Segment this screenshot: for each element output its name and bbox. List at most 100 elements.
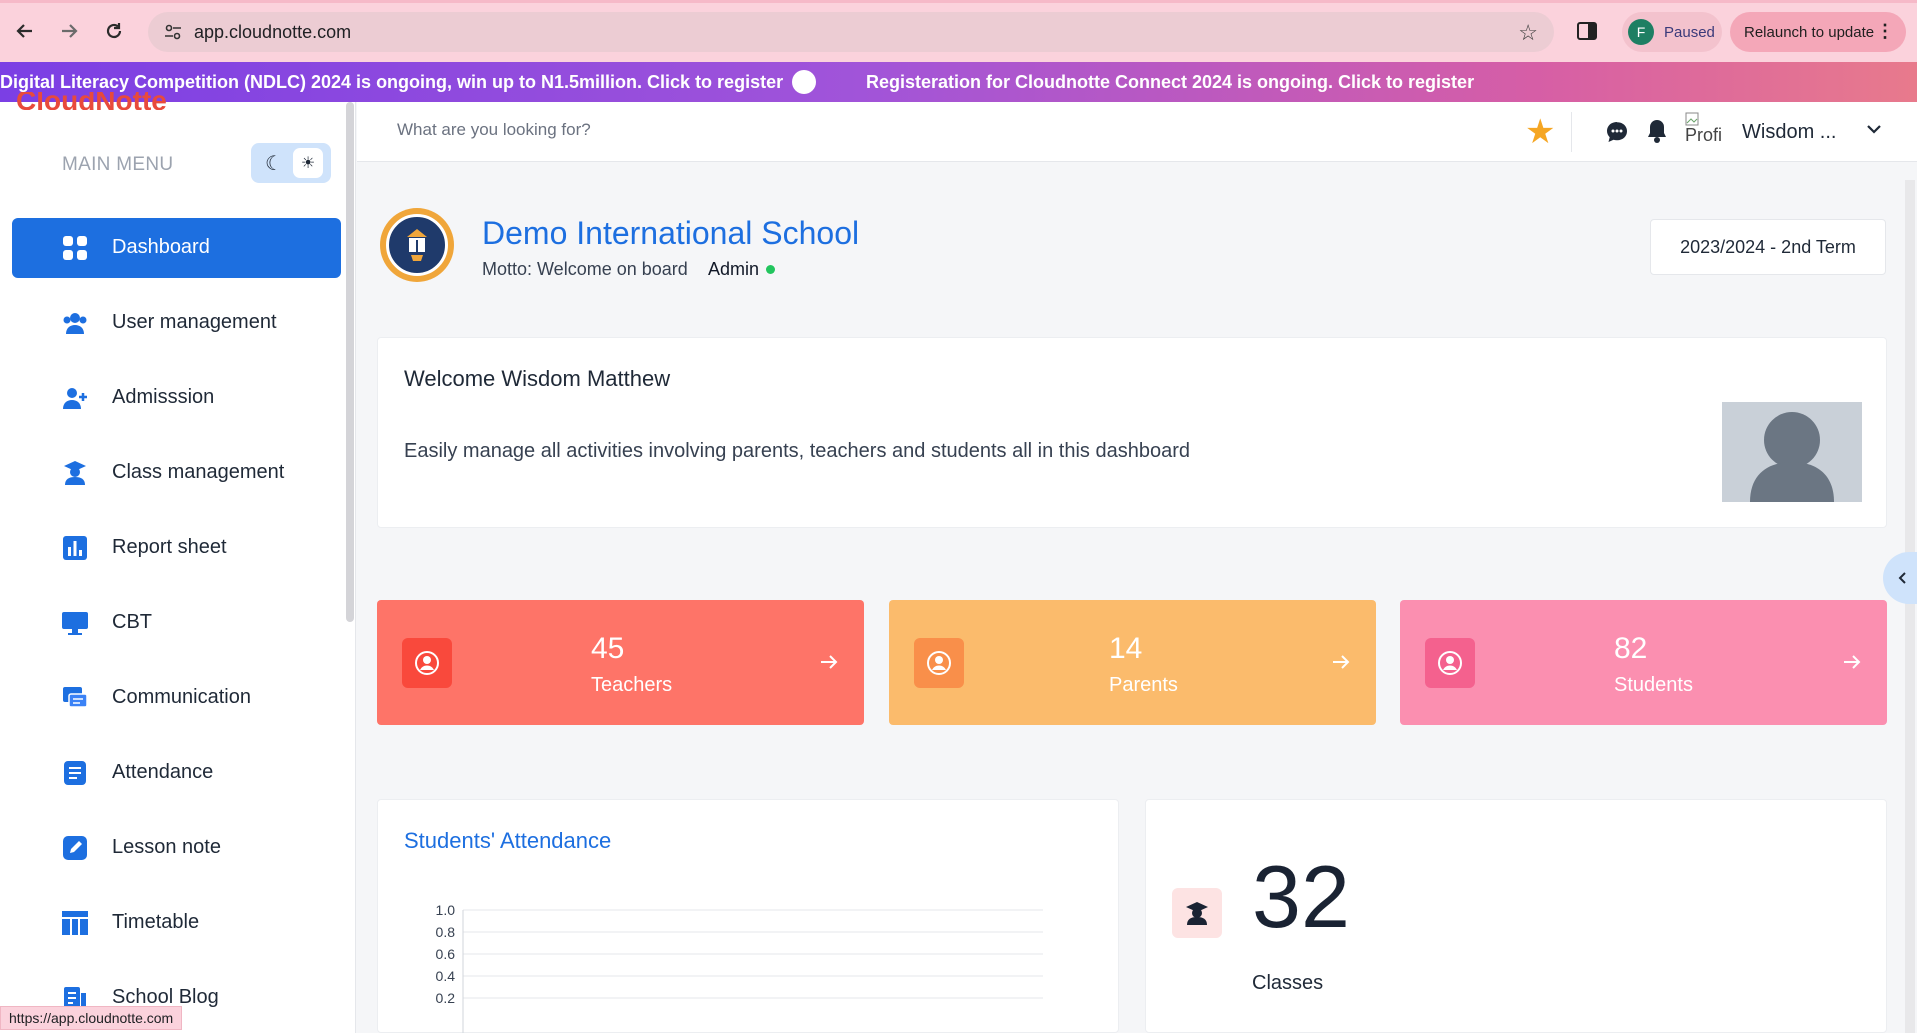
school-name: Demo International School [482, 215, 860, 251]
y-tick-label: 0.8 [436, 924, 456, 940]
link-status-bubble: https://app.cloudnotte.com [0, 1006, 183, 1030]
teachers-label: Teachers [591, 674, 673, 696]
page-scrollbar[interactable] [1905, 180, 1915, 1033]
graduate-icon [61, 459, 89, 487]
bookmark-star-icon[interactable]: ☆ [1518, 20, 1538, 46]
monitor-icon [61, 609, 89, 637]
search-input[interactable]: What are you looking for? [397, 120, 591, 140]
back-icon[interactable] [10, 16, 40, 46]
school-logo [380, 208, 454, 282]
user-circle-icon [1425, 638, 1475, 688]
sidebar-item-cbt[interactable]: CBT [12, 593, 341, 653]
profile-image-alt: Profi [1685, 125, 1723, 145]
list-icon [61, 759, 89, 787]
edit-icon [61, 834, 89, 862]
chat-icon[interactable] [1605, 120, 1629, 144]
user-role: Admin [708, 259, 760, 279]
y-tick-label: 0.6 [436, 946, 456, 962]
school-motto: Motto: Welcome on board [482, 259, 688, 279]
browser-toolbar: app.cloudnotte.com ☆ F Paused Relaunch t… [0, 0, 1917, 62]
sidebar-item-user-management[interactable]: User management [12, 293, 341, 353]
attendance-card: Students' Attendance 1.0 0.8 0.6 0.4 0.2 [377, 799, 1119, 1033]
relaunch-label: Relaunch to update [1744, 23, 1875, 41]
bar-chart-icon [61, 534, 89, 562]
welcome-title: Welcome Wisdom Matthew [404, 366, 671, 391]
parents-count: 14 [1109, 632, 1143, 665]
sidebar-item-dashboard[interactable]: Dashboard [12, 218, 341, 278]
star-icon[interactable]: ★ [1525, 112, 1555, 152]
side-panel-icon[interactable] [1576, 20, 1598, 42]
topbar: What are you looking for? ★ Profi Wisdom… [357, 102, 1917, 162]
announcement-banner[interactable]: Digital Literacy Competition (NDLC) 2024… [0, 62, 1917, 102]
banner-message-ndlc[interactable]: Digital Literacy Competition (NDLC) 2024… [0, 72, 783, 93]
sidebar-item-label: Report sheet [112, 536, 227, 558]
stat-card-teachers[interactable]: 45 Teachers [377, 600, 864, 725]
graduate-icon [1172, 888, 1222, 938]
profile-status: Paused [1664, 23, 1715, 41]
collapse-panel-button[interactable] [1883, 552, 1917, 604]
sidebar-item-label: Dashboard [112, 236, 210, 258]
arrow-right-icon[interactable] [817, 650, 841, 674]
sidebar-item-communication[interactable]: Communication [12, 668, 341, 728]
sidebar-item-report-sheet[interactable]: Report sheet [12, 518, 341, 578]
moon-icon[interactable]: ☾ [265, 151, 283, 176]
y-tick-label: 0.4 [436, 968, 456, 984]
classes-label: Classes [1252, 972, 1324, 994]
url-text[interactable]: app.cloudnotte.com [194, 22, 351, 43]
students-count: 82 [1614, 632, 1648, 665]
bell-icon[interactable] [1645, 118, 1669, 144]
user-name[interactable]: Wisdom ... [1742, 121, 1836, 144]
chevron-left-icon [1898, 572, 1906, 584]
attendance-title: Students' Attendance [404, 828, 612, 853]
arrow-right-icon[interactable] [1329, 650, 1353, 674]
users-icon [61, 309, 89, 337]
user-circle-icon [914, 638, 964, 688]
cloudnotte-logo[interactable]: CloudNotte [16, 92, 167, 110]
chevron-down-icon[interactable] [1863, 118, 1885, 140]
banner-separator-dot [792, 70, 816, 94]
sidebar-item-label: CBT [112, 611, 152, 633]
messages-icon [61, 684, 89, 712]
parents-label: Parents [1109, 674, 1178, 696]
user-plus-icon [61, 384, 89, 412]
attendance-chart: 1.0 0.8 0.6 0.4 0.2 [436, 902, 1043, 1033]
address-bar[interactable]: app.cloudnotte.com ☆ [148, 12, 1554, 52]
relaunch-button[interactable]: Relaunch to update ⋮ [1730, 12, 1906, 52]
y-tick-label: 1.0 [436, 902, 456, 918]
sidebar-item-label: Attendance [112, 761, 214, 783]
arrow-right-icon[interactable] [1840, 650, 1864, 674]
stat-card-parents[interactable]: 14 Parents [889, 600, 1376, 725]
sidebar-scrollbar[interactable] [346, 102, 354, 622]
term-selector[interactable]: 2023/2024 - 2nd Term [1650, 219, 1886, 275]
banner-message-connect[interactable]: Registeration for Cloudnotte Connect 202… [866, 72, 1474, 93]
welcome-text: Easily manage all activities involving p… [404, 440, 1190, 462]
tab-strip-edge [0, 0, 1917, 3]
students-label: Students [1614, 674, 1693, 696]
profile-avatar: F [1628, 19, 1654, 45]
reload-icon[interactable] [99, 16, 129, 46]
teachers-count: 45 [591, 632, 625, 665]
classes-count: 32 [1252, 847, 1350, 946]
sidebar-item-attendance[interactable]: Attendance [12, 743, 341, 803]
forward-icon[interactable] [54, 16, 84, 46]
sun-icon[interactable]: ☀ [293, 148, 323, 178]
classes-card[interactable]: 32 Classes [1145, 799, 1887, 1033]
sidebar-item-lesson-note[interactable]: Lesson note [12, 818, 341, 878]
site-settings-icon[interactable] [162, 21, 184, 43]
topbar-divider [1571, 112, 1572, 152]
sidebar-item-class-management[interactable]: Class management [12, 443, 341, 503]
sidebar-item-label: Lesson note [112, 836, 221, 858]
profile-image[interactable]: Profi [1685, 112, 1729, 156]
sidebar-item-label: Class management [112, 461, 285, 483]
sidebar-item-timetable[interactable]: Timetable [12, 893, 341, 953]
sidebar-item-admission[interactable]: Admisssion [12, 368, 341, 428]
welcome-card: Welcome Wisdom Matthew Easily manage all… [377, 337, 1887, 528]
sidebar-item-label: Admisssion [112, 386, 215, 408]
stat-card-students[interactable]: 82 Students [1400, 600, 1887, 725]
table-icon [61, 909, 89, 937]
sidebar-item-label: User management [112, 311, 277, 333]
browser-profile-button[interactable]: F Paused [1622, 12, 1722, 52]
theme-toggle[interactable]: ☾ ☀ [251, 143, 331, 183]
grid-icon [61, 234, 89, 262]
more-menu-icon[interactable]: ⋮ [1876, 21, 1894, 42]
